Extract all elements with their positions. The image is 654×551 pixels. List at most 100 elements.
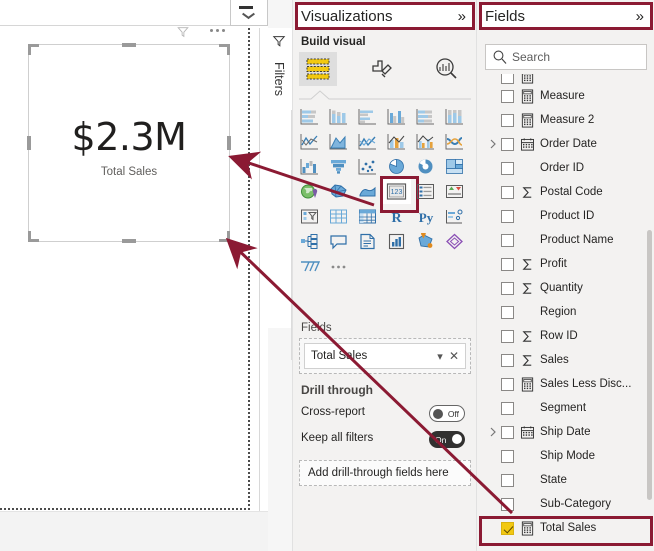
key-influencers-icon[interactable] [440, 204, 469, 229]
card-visual[interactable]: $2.3M Total Sales [27, 43, 231, 243]
clustered-column-chart-icon[interactable] [382, 104, 411, 129]
field-checkbox[interactable] [501, 473, 514, 487]
drill-cross-report-toggle[interactable]: Off [429, 405, 465, 422]
field-checkbox[interactable] [501, 113, 514, 127]
q-and-a-icon[interactable] [324, 229, 353, 254]
resize-handle-bottom-right[interactable] [219, 231, 230, 242]
field-checkbox[interactable] [501, 377, 514, 391]
shape-map-icon[interactable] [353, 179, 382, 204]
tab-format[interactable] [363, 52, 401, 86]
field-row-sales[interactable]: Sales [477, 348, 654, 372]
power-automate-icon[interactable] [295, 254, 324, 279]
scatter-chart-icon[interactable] [353, 154, 382, 179]
r-script-visual-icon[interactable]: R [382, 204, 411, 229]
field-checkbox[interactable] [501, 497, 514, 511]
narrative-icon[interactable] [353, 229, 382, 254]
resize-handle-top[interactable] [122, 43, 136, 47]
field-row-measure-2[interactable]: Measure 2 [477, 108, 654, 132]
field-checkbox[interactable] [501, 449, 514, 463]
chevron-right-icon[interactable] [487, 138, 499, 150]
python-visual-icon[interactable]: Py [411, 204, 440, 229]
field-row-row-id[interactable]: Row ID [477, 324, 654, 348]
100-stacked-column-chart-icon[interactable] [440, 104, 469, 129]
field-checkbox[interactable] [501, 185, 514, 199]
field-row-measure[interactable]: Measure [477, 84, 654, 108]
field-checkbox[interactable] [501, 401, 514, 415]
field-row-state[interactable]: State [477, 468, 654, 492]
card-icon[interactable]: 123 [380, 176, 419, 213]
waterfall-chart-icon[interactable] [295, 154, 324, 179]
fields-tree-list[interactable]: Measure Measure 2 Order Date Order ID Postal… [477, 74, 654, 551]
field-row-ship-mode[interactable]: Ship Mode [477, 444, 654, 468]
line-stacked-column-chart-icon[interactable] [382, 129, 411, 154]
stacked-area-chart-icon[interactable] [353, 129, 382, 154]
field-checkbox[interactable] [501, 281, 514, 295]
field-row-region[interactable]: Region [477, 300, 654, 324]
field-row-partial[interactable] [477, 74, 654, 84]
filled-map-icon[interactable] [324, 179, 353, 204]
tab-build-visual[interactable] [299, 52, 337, 86]
matrix-icon[interactable] [353, 204, 382, 229]
field-row-total-sales[interactable]: Total Sales [477, 516, 654, 546]
field-checkbox[interactable] [501, 425, 514, 439]
resize-handle-bottom-left[interactable] [28, 231, 39, 242]
field-row-product-name[interactable]: Product Name [477, 228, 654, 252]
field-row-segment[interactable]: Segment [477, 396, 654, 420]
field-checkbox[interactable] [501, 209, 514, 223]
resize-handle-left[interactable] [27, 136, 31, 150]
100-stacked-bar-chart-icon[interactable] [411, 104, 440, 129]
resize-handle-bottom[interactable] [122, 239, 136, 243]
field-checkbox[interactable] [501, 521, 514, 535]
area-chart-icon[interactable] [324, 129, 353, 154]
resize-handle-top-left[interactable] [28, 44, 39, 55]
close-icon[interactable]: ✕ [447, 349, 461, 363]
more-options-icon[interactable] [210, 26, 232, 36]
resize-handle-right[interactable] [227, 136, 231, 150]
fields-well-dropzone[interactable]: Total Sales ▾ ✕ [299, 338, 471, 374]
field-row-sub-category[interactable]: Sub-Category [477, 492, 654, 516]
search-input[interactable]: Search [485, 44, 647, 70]
field-checkbox[interactable] [501, 74, 514, 84]
filters-pane-collapsed[interactable]: Filters [266, 28, 292, 328]
page-view-dropdown[interactable] [230, 0, 268, 26]
multi-row-card-icon[interactable] [411, 179, 440, 204]
donut-chart-icon[interactable] [411, 154, 440, 179]
table-icon[interactable] [324, 204, 353, 229]
field-checkbox[interactable] [501, 233, 514, 247]
field-row-ship-date[interactable]: Ship Date [477, 420, 654, 444]
resize-handle-top-right[interactable] [219, 44, 230, 55]
field-chip-total-sales[interactable]: Total Sales ▾ ✕ [304, 343, 466, 369]
field-row-profit[interactable]: Profit [477, 252, 654, 276]
field-row-order-id[interactable]: Order ID [477, 156, 654, 180]
chevron-right-icon[interactable] [487, 426, 499, 438]
field-row-quantity[interactable]: Quantity [477, 276, 654, 300]
field-checkbox[interactable] [501, 305, 514, 319]
field-row-sales-less-disc[interactable]: Sales Less Disc... [477, 372, 654, 396]
map-icon[interactable] [295, 179, 324, 204]
paginated-report-icon[interactable] [382, 229, 411, 254]
clustered-bar-chart-icon[interactable] [353, 104, 382, 129]
field-row-postal-code[interactable]: Postal Code [477, 180, 654, 204]
decomposition-tree-icon[interactable] [295, 229, 324, 254]
field-checkbox[interactable] [501, 257, 514, 271]
power-apps-icon[interactable] [440, 229, 469, 254]
arcgis-maps-icon[interactable] [411, 229, 440, 254]
filter-funnel-icon[interactable] [176, 25, 190, 39]
kpi-icon[interactable] [440, 179, 469, 204]
stacked-column-chart-icon[interactable] [324, 104, 353, 129]
line-chart-icon[interactable] [295, 129, 324, 154]
chevron-down-icon[interactable]: ▾ [433, 350, 447, 363]
field-checkbox[interactable] [501, 137, 514, 151]
more-visuals-icon[interactable] [324, 254, 353, 279]
field-checkbox[interactable] [501, 353, 514, 367]
drill-through-dropzone[interactable]: Add drill-through fields here [299, 460, 471, 486]
field-checkbox[interactable] [501, 89, 514, 103]
pie-chart-icon[interactable] [382, 154, 411, 179]
fields-expand-icon[interactable]: » [636, 8, 646, 25]
line-clustered-column-chart-icon[interactable] [411, 129, 440, 154]
drill-keep-all-filters-toggle[interactable]: On [429, 431, 465, 448]
stacked-bar-chart-icon[interactable] [295, 104, 324, 129]
tab-analytics[interactable] [427, 52, 465, 86]
treemap-icon[interactable] [440, 154, 469, 179]
visualizations-expand-icon[interactable]: » [458, 8, 468, 25]
